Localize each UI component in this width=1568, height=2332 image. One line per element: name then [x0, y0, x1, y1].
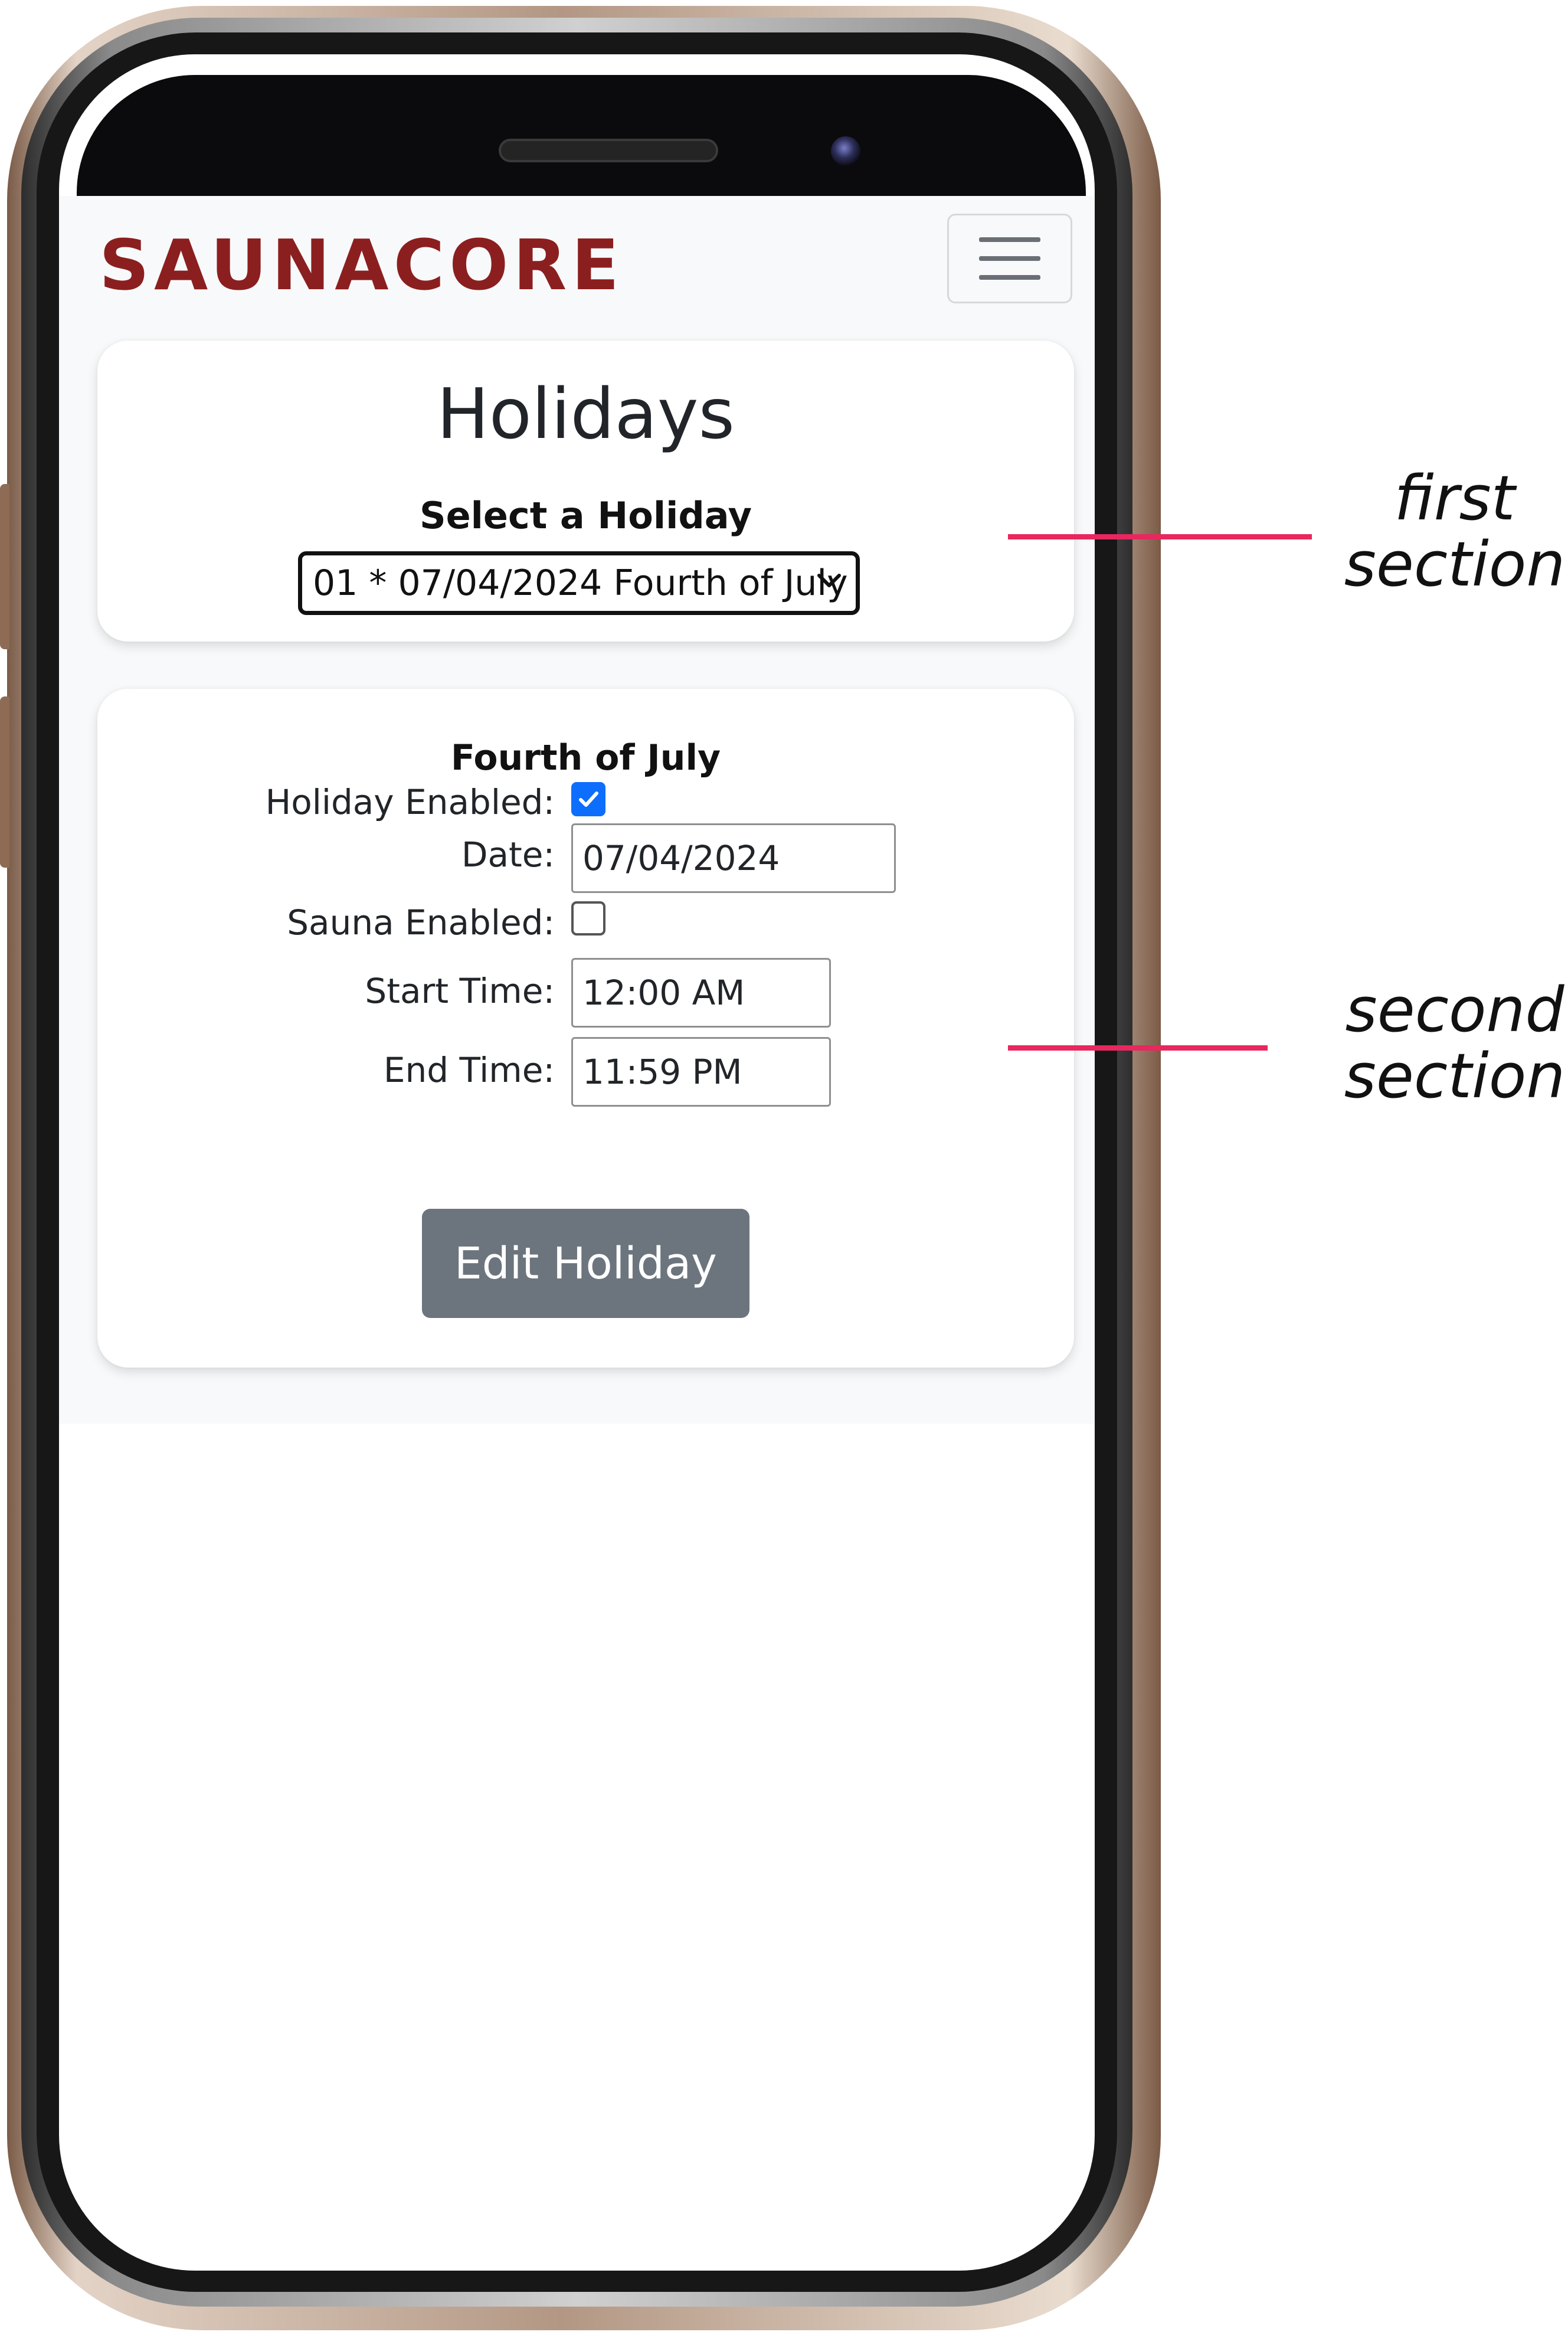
annotation-word: first — [1394, 462, 1515, 534]
front-camera-icon — [831, 136, 860, 166]
app-viewport: SAUNACORE Holidays Select a Holiday 01 *… — [59, 196, 1095, 1424]
holiday-select[interactable]: 01 * 07/04/2024 Fourth of July — [298, 551, 860, 615]
start-time-value: 12:00 AM — [582, 973, 745, 1013]
edit-holiday-button[interactable]: Edit Holiday — [422, 1209, 749, 1318]
page-title: Holidays — [436, 373, 735, 454]
end-time-input[interactable]: 11:59 PM — [571, 1037, 831, 1107]
end-time-label: End Time: — [383, 1050, 555, 1090]
start-time-input[interactable]: 12:00 AM — [571, 958, 831, 1028]
hamburger-menu-icon-bar — [979, 256, 1040, 261]
first-section-annotation-line — [1008, 534, 1312, 539]
second-section-annotation-line — [1008, 1045, 1268, 1051]
date-input[interactable]: 07/04/2024 — [571, 823, 896, 893]
holiday-name-heading: Fourth of July — [450, 737, 721, 779]
phone-notch — [77, 75, 1086, 196]
phone-screen: SAUNACORE Holidays Select a Holiday 01 *… — [59, 54, 1095, 2271]
holiday-details-card: Fourth of July Holiday Enabled: Date: 07… — [97, 689, 1074, 1368]
annotation-word: second — [1345, 974, 1564, 1046]
hamburger-menu-icon — [979, 237, 1040, 242]
first-section-annotation: first section — [1343, 465, 1567, 597]
checkmark-icon — [579, 791, 598, 807]
holiday-select-card: Holidays Select a Holiday 01 * 07/04/202… — [97, 341, 1074, 642]
phone-volume-up-button — [0, 484, 9, 649]
brand-logo[interactable]: SAUNACORE — [99, 230, 624, 300]
menu-toggle-button[interactable] — [947, 214, 1072, 303]
end-time-value: 11:59 PM — [582, 1052, 742, 1092]
holiday-enabled-label: Holiday Enabled: — [265, 782, 555, 822]
annotation-word: section — [1344, 1040, 1566, 1112]
phone-volume-down-button — [0, 696, 9, 868]
speaker-grille — [499, 139, 718, 162]
select-holiday-label: Select a Holiday — [419, 494, 752, 537]
start-time-label: Start Time: — [365, 971, 555, 1011]
date-label: Date: — [461, 835, 555, 875]
date-value: 07/04/2024 — [582, 838, 780, 878]
hamburger-menu-icon-bar — [979, 275, 1040, 280]
chevron-down-icon — [817, 574, 841, 587]
navbar: SAUNACORE — [59, 196, 1095, 326]
sauna-enabled-label: Sauna Enabled: — [287, 902, 555, 943]
sauna-enabled-checkbox[interactable] — [571, 901, 605, 936]
holiday-select-value: 01 * 07/04/2024 Fourth of July — [313, 562, 848, 604]
second-section-annotation: second section — [1343, 977, 1567, 1109]
holiday-enabled-checkbox[interactable] — [571, 782, 605, 816]
annotation-word: section — [1344, 528, 1566, 600]
